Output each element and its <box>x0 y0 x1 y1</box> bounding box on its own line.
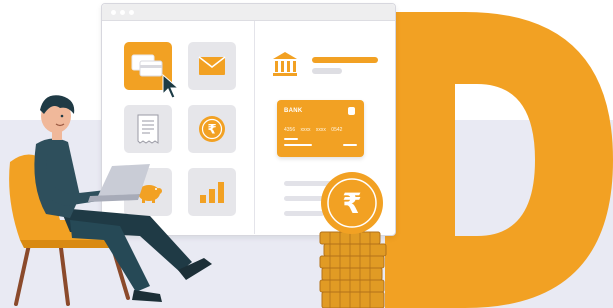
card-line <box>284 144 312 146</box>
man-with-laptop-illustration <box>9 95 212 306</box>
card-line <box>284 138 298 140</box>
panel-divider <box>254 21 255 234</box>
placeholder-bar <box>312 68 342 74</box>
rupee-symbol: ₹ <box>342 187 361 220</box>
bank-icon <box>273 52 297 76</box>
envelope-icon <box>198 56 226 75</box>
tile-mail[interactable] <box>188 42 236 90</box>
credit-cards-icon <box>131 54 163 77</box>
window-control-dot[interactable] <box>129 10 134 15</box>
laptop <box>98 164 150 196</box>
big-letter-d: D <box>385 12 613 308</box>
card-chip-icon <box>348 107 355 115</box>
window-control-dot[interactable] <box>111 10 116 15</box>
coin-stack: ₹ <box>319 172 387 308</box>
card-line <box>343 144 357 146</box>
window-titlebar <box>102 4 395 21</box>
placeholder-bar <box>312 57 378 63</box>
bank-card[interactable]: BANK 4356 xxxx xxxx 0542 <box>277 100 364 157</box>
card-number: 4356 xxxx xxxx 0542 <box>284 127 343 133</box>
window-control-dot[interactable] <box>120 10 125 15</box>
card-bank-label: BANK <box>284 108 303 114</box>
